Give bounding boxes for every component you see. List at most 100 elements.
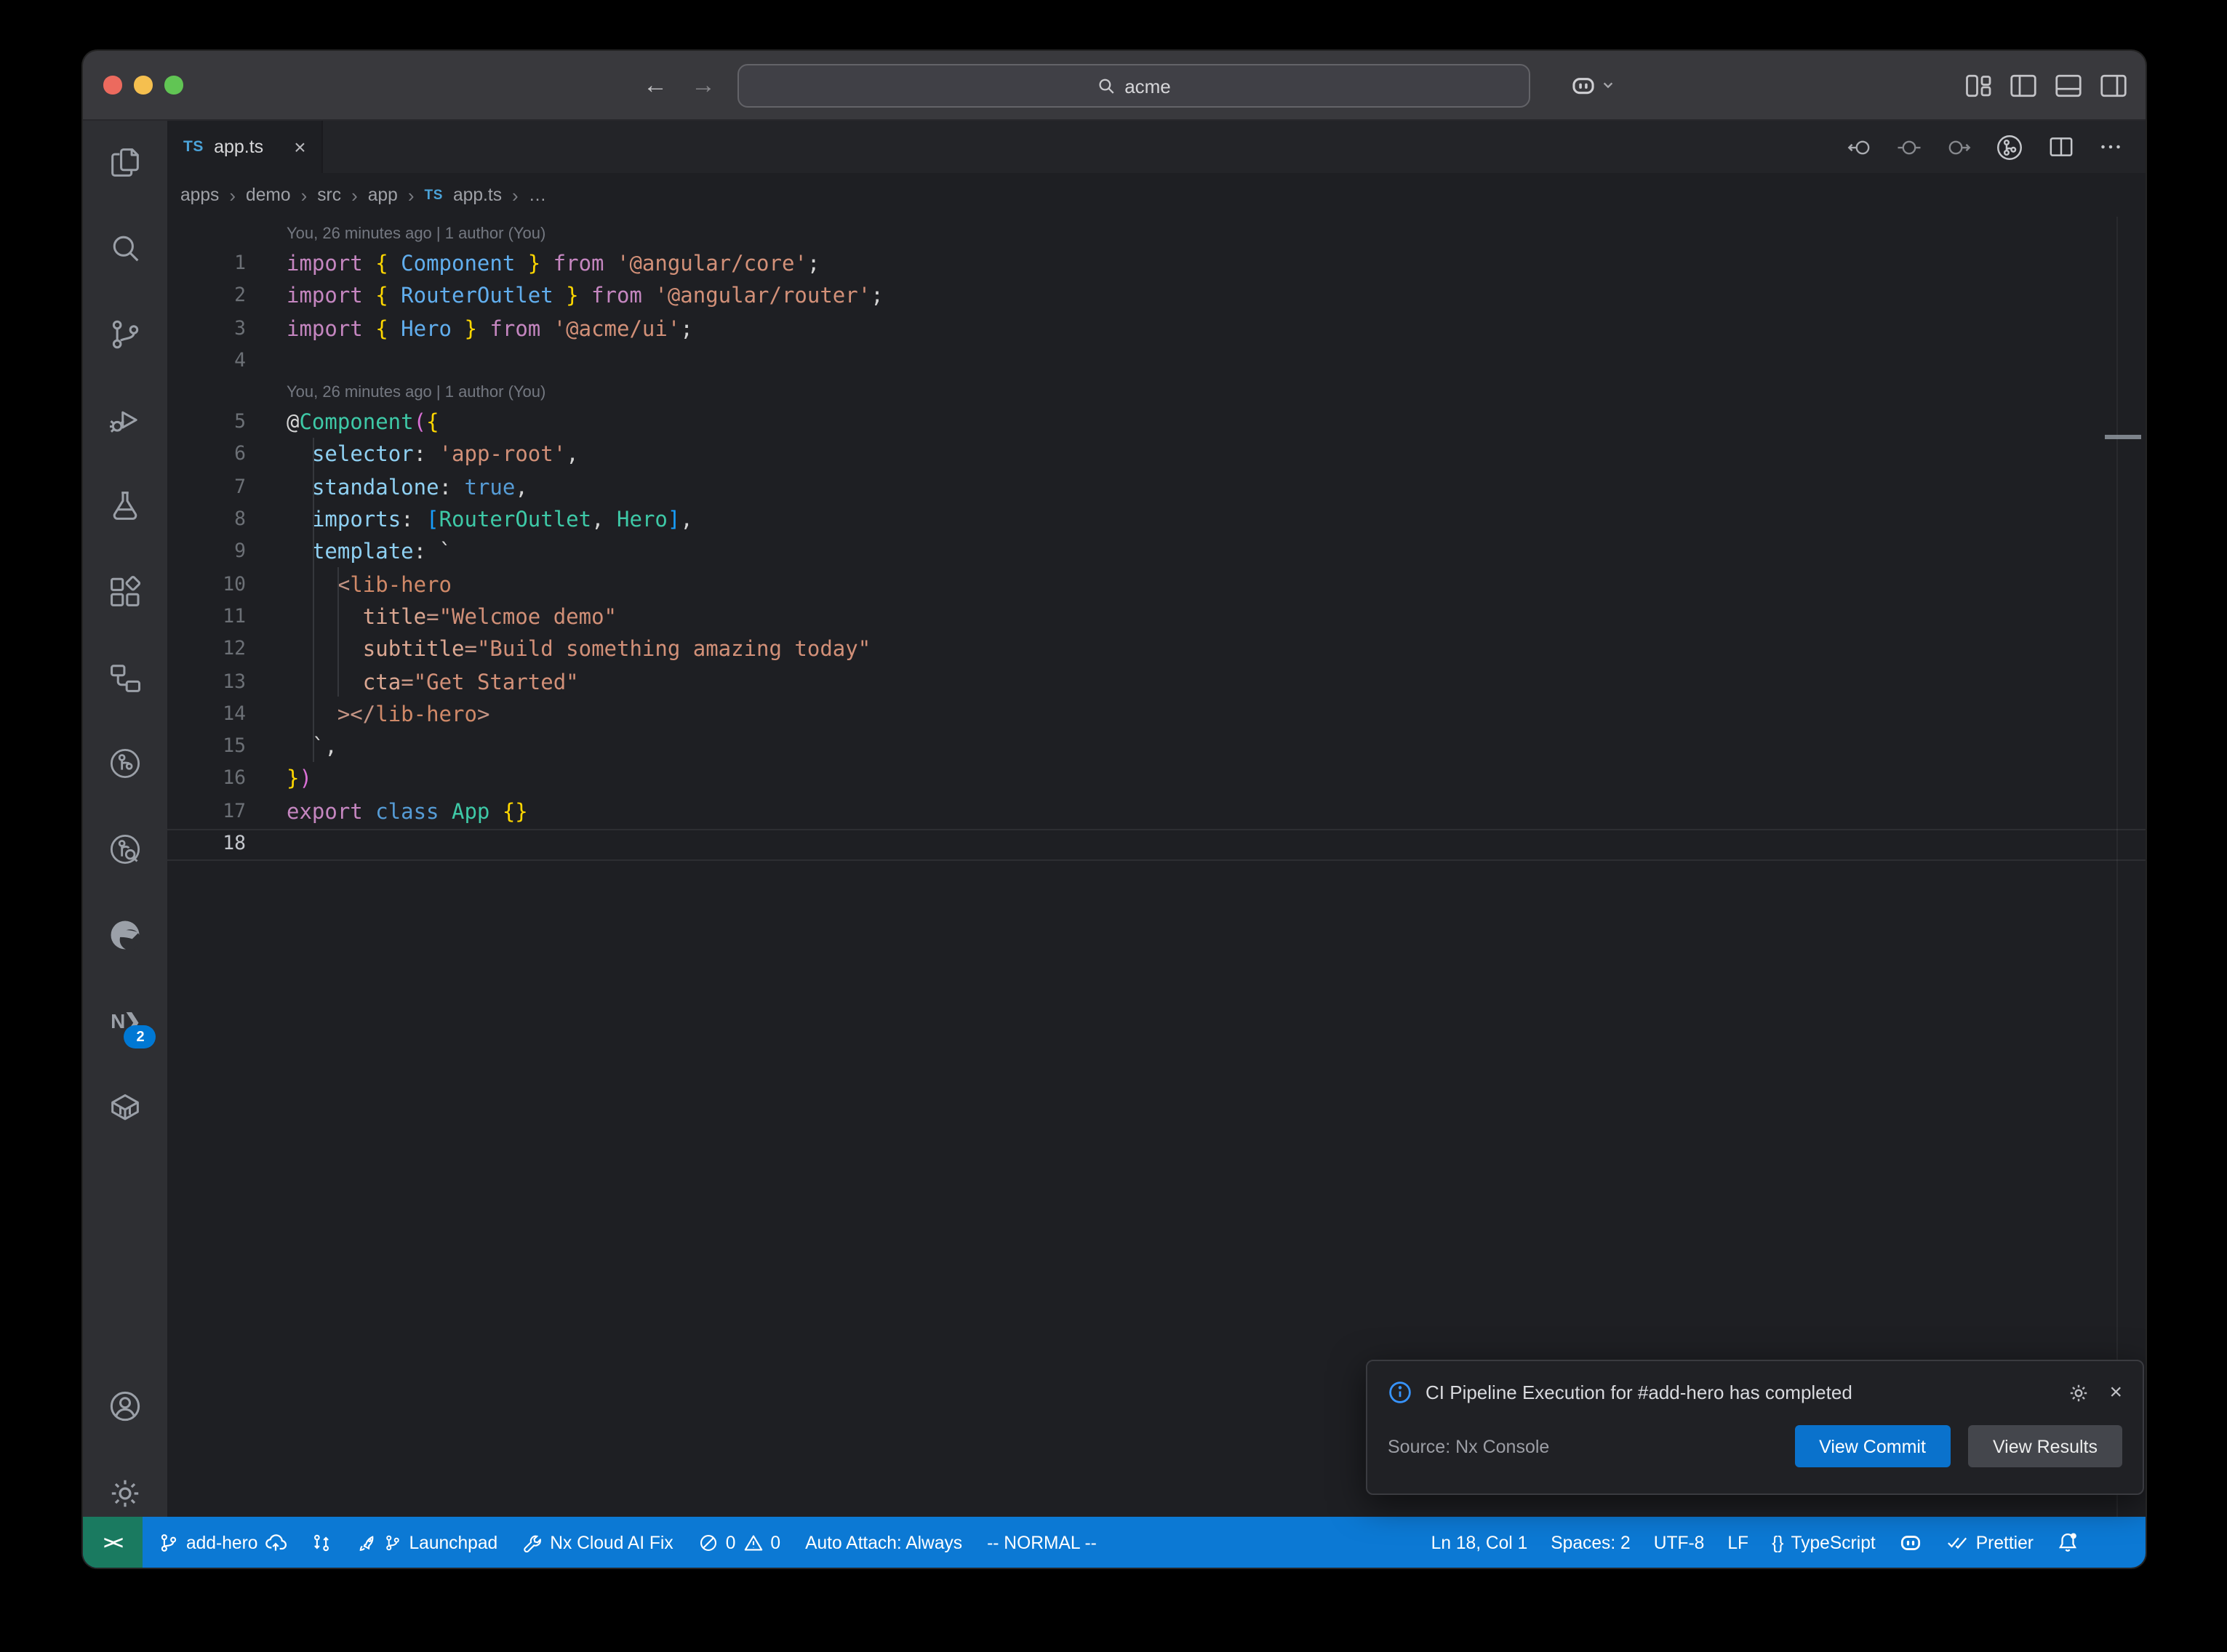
- zoom-window-button[interactable]: [164, 76, 183, 94]
- gitlens-icon[interactable]: [106, 746, 144, 781]
- history-forward-button[interactable]: →: [691, 51, 716, 119]
- cursor-position-status[interactable]: Ln 18, Col 1: [1431, 1532, 1528, 1552]
- breadcrumb-separator: ›: [229, 184, 236, 206]
- notification-settings-icon[interactable]: [2067, 1381, 2090, 1404]
- breadcrumb-separator: ›: [351, 184, 358, 206]
- toggle-primary-sidebar-icon[interactable]: [2009, 71, 2038, 100]
- eol-status[interactable]: LF: [1727, 1532, 1748, 1552]
- breadcrumb-item[interactable]: app: [368, 185, 398, 205]
- source-control-icon[interactable]: [106, 317, 144, 352]
- explorer-icon[interactable]: [106, 145, 144, 180]
- history-back-button[interactable]: ←: [643, 51, 668, 119]
- breadcrumb-item[interactable]: demo: [246, 185, 291, 205]
- code-line[interactable]: 13 cta="Get Started": [167, 667, 2146, 699]
- gitlens-forward-icon[interactable]: [1945, 133, 1972, 161]
- line-number: 16: [167, 764, 287, 797]
- errors-icon: [698, 1532, 719, 1552]
- gitlens-inspect-icon[interactable]: [106, 832, 144, 867]
- code-line[interactable]: 15 `,: [167, 731, 2146, 764]
- nx-cloud-fix-status[interactable]: Nx Cloud AI Fix: [522, 1532, 673, 1552]
- breadcrumb-file[interactable]: app.ts: [453, 185, 502, 205]
- bell-icon: [2057, 1531, 2079, 1553]
- account-icon[interactable]: [106, 1389, 144, 1424]
- nx-console-icon[interactable]: N❯2: [106, 1003, 144, 1038]
- code-line[interactable]: 1import { Component } from '@angular/cor…: [167, 249, 2146, 281]
- language-mode-status[interactable]: {}TypeScript: [1772, 1532, 1876, 1552]
- auto-attach-status[interactable]: Auto Attach: Always: [805, 1532, 962, 1552]
- split-editor-icon[interactable]: [2047, 132, 2076, 161]
- customize-layout-icon[interactable]: [1964, 71, 1993, 100]
- code-line[interactable]: 2import { RouterOutlet } from '@angular/…: [167, 281, 2146, 314]
- settings-gear-icon[interactable]: [106, 1476, 144, 1511]
- blame-annotation[interactable]: You, 26 minutes ago | 1 author (You): [167, 378, 2146, 407]
- breadcrumb-symbol[interactable]: …: [529, 185, 547, 205]
- search-view-icon[interactable]: [106, 231, 144, 266]
- testing-icon[interactable]: [106, 489, 144, 524]
- copilot-status[interactable]: [1899, 1530, 1924, 1555]
- breadcrumb-separator: ›: [512, 184, 519, 206]
- line-number: 6: [167, 440, 287, 473]
- containers-icon[interactable]: [106, 1089, 144, 1124]
- branch-compare-status[interactable]: [311, 1532, 332, 1552]
- code-line[interactable]: 17export class App {}: [167, 797, 2146, 830]
- project-graph-icon[interactable]: [106, 660, 144, 695]
- command-center-search[interactable]: acme: [737, 64, 1530, 108]
- blame-text: You, 26 minutes ago | 1 author (You): [287, 220, 545, 249]
- scrollbar-lane[interactable]: [2116, 217, 2118, 1517]
- code-line[interactable]: 12 subtitle="Build something amazing tod…: [167, 635, 2146, 667]
- remote-indicator[interactable]: ><: [83, 1517, 143, 1568]
- breadcrumb-item[interactable]: src: [317, 185, 341, 205]
- editor-pane[interactable]: You, 26 minutes ago | 1 author (You)1imp…: [167, 217, 2146, 1517]
- code-line[interactable]: 9 template: `: [167, 537, 2146, 570]
- code-line[interactable]: 6 selector: 'app-root',: [167, 440, 2146, 473]
- run-debug-icon[interactable]: [106, 403, 144, 438]
- toggle-panel-icon[interactable]: [2054, 71, 2083, 100]
- code-line[interactable]: 8 imports: [RouterOutlet, Hero],: [167, 505, 2146, 537]
- vim-mode-status[interactable]: -- NORMAL --: [987, 1532, 1097, 1552]
- git-branch-status[interactable]: add-hero: [159, 1531, 287, 1553]
- code-text: standalone: true,: [287, 473, 528, 505]
- minimize-window-button[interactable]: [134, 76, 152, 94]
- gitlens-graph-icon[interactable]: [1994, 132, 2025, 162]
- code-line[interactable]: 18: [167, 829, 2146, 862]
- toggle-secondary-sidebar-icon[interactable]: [2099, 71, 2128, 100]
- code-text: import { RouterOutlet } from '@angular/r…: [287, 281, 884, 314]
- code-text: selector: 'app-root',: [287, 440, 579, 473]
- more-actions-icon[interactable]: [2098, 134, 2124, 160]
- code-line[interactable]: 3import { Hero } from '@acme/ui';: [167, 313, 2146, 346]
- code-line[interactable]: 14 ></lib-hero>: [167, 699, 2146, 732]
- code-line[interactable]: 11 title="Welcmoe demo": [167, 602, 2146, 635]
- copilot-icon: [1570, 71, 1597, 99]
- gitlens-current-icon[interactable]: [1895, 133, 1923, 161]
- tab-close-icon[interactable]: ×: [294, 135, 305, 159]
- formatter-status[interactable]: Prettier: [1947, 1531, 2034, 1553]
- indentation-status[interactable]: Spaces: 2: [1551, 1532, 1630, 1552]
- code-text: import { Component } from '@angular/core…: [287, 249, 820, 281]
- code-line[interactable]: 5@Component({: [167, 407, 2146, 440]
- encoding-status[interactable]: UTF-8: [1654, 1532, 1705, 1552]
- line-number: 9: [167, 537, 287, 570]
- code-text: ></lib-hero>: [287, 699, 489, 732]
- close-window-button[interactable]: [103, 76, 121, 94]
- code-line[interactable]: 16}): [167, 764, 2146, 797]
- code-line[interactable]: 4: [167, 346, 2146, 379]
- gitlens-back-icon[interactable]: [1846, 133, 1874, 161]
- tab-app-ts[interactable]: TS app.ts ×: [167, 121, 324, 173]
- code-line[interactable]: 7 standalone: true,: [167, 473, 2146, 505]
- braces-icon: {}: [1772, 1532, 1783, 1552]
- edge-browser-icon[interactable]: [106, 918, 144, 953]
- copilot-menu[interactable]: [1570, 51, 1615, 119]
- view-commit-button[interactable]: View Commit: [1794, 1425, 1951, 1467]
- view-results-button[interactable]: View Results: [1968, 1425, 2122, 1467]
- problems-status[interactable]: 0 0: [698, 1532, 780, 1552]
- breadcrumb-separator: ›: [301, 184, 308, 206]
- launchpad-status[interactable]: Launchpad: [356, 1532, 497, 1552]
- code-line[interactable]: 10 <lib-hero: [167, 569, 2146, 602]
- line-number: 15: [167, 731, 287, 764]
- notification-close-icon[interactable]: ×: [2109, 1380, 2122, 1405]
- notifications-bell[interactable]: [2057, 1531, 2079, 1553]
- extensions-icon[interactable]: [106, 574, 144, 609]
- blame-annotation[interactable]: You, 26 minutes ago | 1 author (You): [167, 220, 2146, 249]
- breadcrumb-item[interactable]: apps: [180, 185, 219, 205]
- rocket-icon: [356, 1532, 377, 1552]
